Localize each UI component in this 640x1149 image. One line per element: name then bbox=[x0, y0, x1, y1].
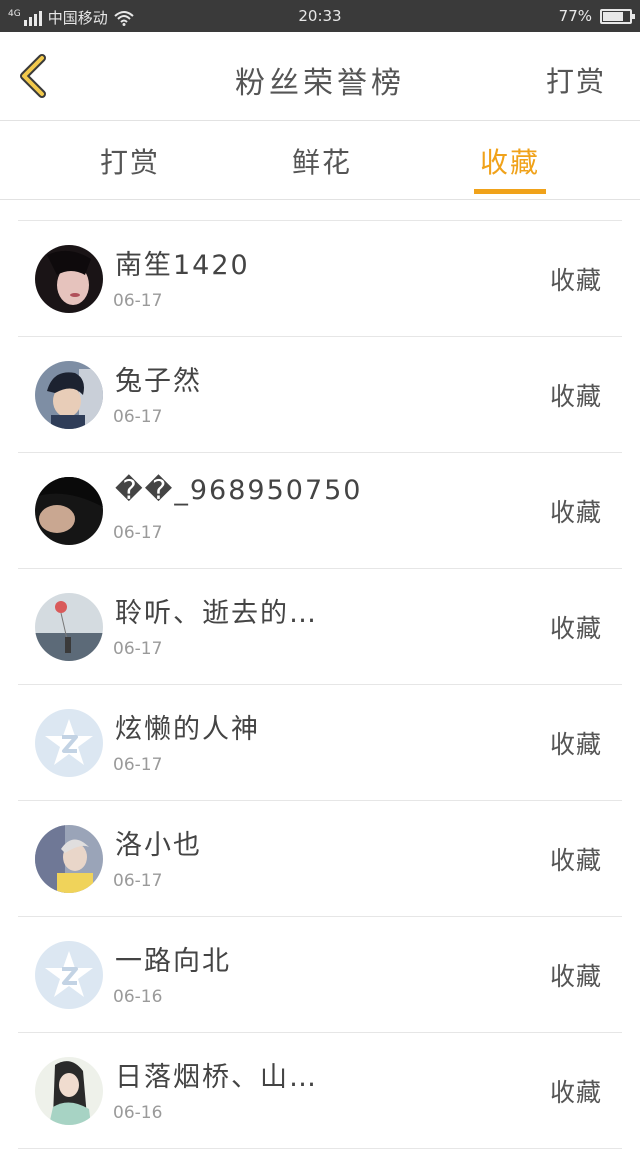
list-item[interactable]: ��_968950750 06-17 收藏 bbox=[18, 453, 622, 569]
fan-name: 一路向北 bbox=[115, 946, 231, 977]
fan-name: 日落烟桥、山… bbox=[115, 1062, 318, 1093]
reward-button[interactable]: 打赏 bbox=[546, 60, 606, 100]
fan-name: 南笙1420 bbox=[115, 250, 250, 281]
fan-name: 洛小也 bbox=[115, 830, 202, 861]
tab-bar: 打赏 鲜花 收藏 bbox=[0, 121, 640, 200]
favorite-label: 收藏 bbox=[549, 962, 602, 991]
fan-date: 06-17 bbox=[113, 291, 163, 311]
status-time: 20:33 bbox=[298, 7, 342, 25]
avatar[interactable] bbox=[35, 825, 103, 893]
avatar[interactable] bbox=[35, 1057, 103, 1125]
fan-date: 06-17 bbox=[113, 407, 163, 427]
status-right: 77% bbox=[558, 7, 635, 25]
fan-name: 炫懒的人神 bbox=[115, 714, 260, 745]
active-tab-indicator bbox=[474, 189, 546, 194]
status-bar: 4G 中国移动 20:33 77% bbox=[0, 0, 640, 32]
avatar[interactable] bbox=[35, 477, 103, 545]
favorite-label: 收藏 bbox=[549, 846, 602, 875]
favorite-label: 收藏 bbox=[549, 1078, 602, 1107]
favorite-label: 收藏 bbox=[549, 730, 602, 759]
fan-name: 聆听、逝去的… bbox=[115, 598, 318, 629]
list-item[interactable]: 日落烟桥、山… 06-16 收藏 bbox=[18, 1033, 622, 1149]
favorite-label: 收藏 bbox=[549, 382, 602, 411]
list-item[interactable]: 一路向北 06-16 收藏 bbox=[18, 917, 622, 1033]
tab-favorites[interactable]: 收藏 bbox=[450, 141, 570, 181]
fan-date: 06-16 bbox=[113, 987, 163, 1007]
fan-date: 06-16 bbox=[113, 1103, 163, 1123]
fan-date: 06-17 bbox=[113, 755, 163, 775]
fan-name: 兔子然 bbox=[115, 366, 202, 397]
favorite-label: 收藏 bbox=[549, 614, 602, 643]
fan-list: 南笙1420 06-17 收藏 兔子然 06-17 收藏 ��_96895075… bbox=[18, 220, 622, 1149]
default-star-avatar[interactable] bbox=[35, 941, 103, 1009]
fan-name: ��_968950750 bbox=[115, 475, 363, 506]
list-item[interactable]: 炫懒的人神 06-17 收藏 bbox=[18, 685, 622, 801]
avatar[interactable] bbox=[35, 593, 103, 661]
fan-date: 06-17 bbox=[113, 523, 163, 543]
tab-flowers[interactable]: 鲜花 bbox=[262, 141, 382, 181]
nav-bar: 粉丝荣誉榜 打赏 bbox=[0, 32, 640, 121]
list-item[interactable]: 洛小也 06-17 收藏 bbox=[18, 801, 622, 917]
favorite-label: 收藏 bbox=[549, 498, 602, 527]
list-item[interactable]: 兔子然 06-17 收藏 bbox=[18, 337, 622, 453]
page-title: 粉丝荣誉榜 bbox=[235, 66, 405, 101]
fan-date: 06-17 bbox=[113, 639, 163, 659]
battery-icon bbox=[600, 8, 635, 24]
list-item[interactable]: 南笙1420 06-17 收藏 bbox=[18, 221, 622, 337]
favorite-label: 收藏 bbox=[549, 266, 602, 295]
avatar[interactable] bbox=[35, 245, 103, 313]
battery-percent: 77% bbox=[558, 7, 592, 25]
default-star-avatar[interactable] bbox=[35, 709, 103, 777]
fan-date: 06-17 bbox=[113, 871, 163, 891]
list-item[interactable]: 聆听、逝去的… 06-17 收藏 bbox=[18, 569, 622, 685]
avatar[interactable] bbox=[35, 361, 103, 429]
tab-reward[interactable]: 打赏 bbox=[70, 141, 190, 181]
